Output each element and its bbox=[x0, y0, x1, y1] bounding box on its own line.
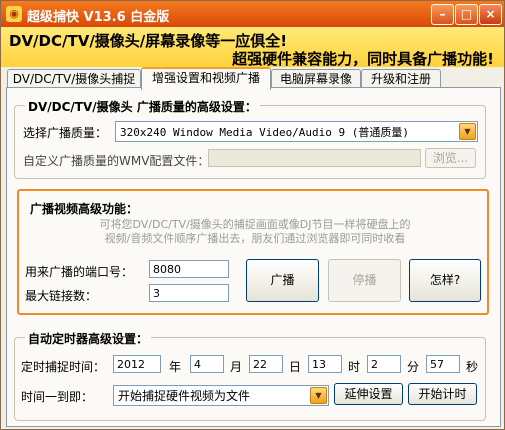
tab-screen-record[interactable]: 电脑屏幕录像 bbox=[271, 69, 361, 88]
second-field[interactable]: 57 bbox=[426, 355, 460, 373]
quality-group-title: DV/DC/TV/摄像头 广播质量的高级设置： bbox=[25, 98, 260, 115]
how-to-button[interactable]: 怎样? bbox=[409, 259, 481, 302]
start-timer-button[interactable]: 开始计时 bbox=[408, 383, 477, 405]
timer-group: 自动定时器高级设置： 定时捕捉时间： 2012 年 4 月 22 日 13 时 … bbox=[14, 330, 486, 421]
broadcast-button[interactable]: 广播 bbox=[246, 259, 319, 302]
minimize-button[interactable]: – bbox=[431, 4, 454, 25]
month-field[interactable]: 4 bbox=[190, 355, 224, 373]
promo-banner: DV/DC/TV/摄像头/屏幕录像等一应俱全! 超强硬件兼容能力，同时具备广播功… bbox=[1, 27, 504, 68]
chevron-down-icon[interactable]: ▼ bbox=[310, 387, 327, 404]
window-title: 超级捕快 V13.6 白金版 bbox=[27, 10, 170, 25]
browse-button[interactable]: 浏览... bbox=[425, 148, 476, 168]
delay-settings-button[interactable]: 延伸设置 bbox=[334, 383, 403, 405]
tab-capture[interactable]: DV/DC/TV/摄像头捕捉 bbox=[7, 69, 141, 88]
year-field[interactable]: 2012 bbox=[113, 355, 161, 373]
month-unit: 月 bbox=[230, 360, 243, 374]
max-connections-label: 最大链接数： bbox=[25, 289, 98, 303]
day-unit: 日 bbox=[289, 360, 302, 374]
timer-time-label: 定时捕捉时间： bbox=[21, 360, 106, 374]
close-button[interactable]: × bbox=[479, 4, 502, 25]
tab-panel: DV/DC/TV/摄像头 广播质量的高级设置： 选择广播质量： 320x240 … bbox=[6, 87, 501, 427]
broadcast-group-title: 广播视频高级功能： bbox=[30, 202, 139, 216]
hour-field[interactable]: 13 bbox=[308, 355, 342, 373]
app-camera-icon: ◉ bbox=[6, 6, 22, 22]
tab-upgrade-register[interactable]: 升级和注册 bbox=[361, 69, 441, 88]
timer-action-select[interactable]: 开始捕捉硬件视频为文件 ▼ bbox=[113, 385, 329, 406]
timer-group-title: 自动定时器高级设置： bbox=[25, 330, 152, 347]
main-window: ◉ 超级捕快 V13.6 白金版 – □ × DV/DC/TV/摄像头/屏幕录像… bbox=[0, 0, 505, 430]
broadcast-highlight-frame: 广播视频高级功能： 可将您DV/DC/TV/摄像头的捕捉画面或像DJ节目一样将硬… bbox=[17, 189, 489, 315]
wmv-config-label: 自定义广播质量的WMV配置文件： bbox=[23, 154, 210, 168]
banner-line-2: 超强硬件兼容能力，同时具备广播功能! bbox=[232, 50, 494, 68]
quality-group: DV/DC/TV/摄像头 广播质量的高级设置： 选择广播质量： 320x240 … bbox=[14, 98, 486, 179]
maximize-button[interactable]: □ bbox=[455, 4, 478, 25]
wmv-config-field[interactable] bbox=[208, 149, 421, 167]
broadcast-description-line-1: 可将您DV/DC/TV/摄像头的捕捉画面或像DJ节目一样将硬盘上的 bbox=[99, 218, 411, 231]
tab-enhanced-broadcast[interactable]: 增强设置和视频广播 bbox=[141, 67, 271, 90]
max-connections-field[interactable]: 3 bbox=[149, 284, 229, 302]
quality-select-value: 320x240 Window Media Video/Audio 9 (普通质量… bbox=[120, 126, 410, 139]
timer-action-label: 时间一到即： bbox=[21, 390, 94, 404]
title-bar[interactable]: ◉ 超级捕快 V13.6 白金版 – □ × bbox=[1, 1, 504, 27]
port-label: 用来广播的端口号： bbox=[25, 265, 134, 279]
quality-select[interactable]: 320x240 Window Media Video/Audio 9 (普通质量… bbox=[115, 121, 478, 142]
timer-action-value: 开始捕捉硬件视频为文件 bbox=[118, 389, 251, 403]
broadcast-description-line-2: 视频/音频文件顺序广播出去，朋友们通过浏览器即可同时收看 bbox=[104, 232, 406, 245]
port-field[interactable]: 8080 bbox=[149, 260, 229, 278]
second-unit: 秒 bbox=[466, 360, 479, 374]
stop-broadcast-button[interactable]: 停播 bbox=[328, 259, 401, 302]
tab-strip: DV/DC/TV/摄像头捕捉 增强设置和视频广播 电脑屏幕录像 升级和注册 bbox=[6, 67, 501, 90]
year-unit: 年 bbox=[169, 360, 182, 374]
hour-unit: 时 bbox=[348, 360, 361, 374]
chevron-down-icon[interactable]: ▼ bbox=[459, 123, 476, 140]
quality-select-label: 选择广播质量： bbox=[23, 126, 108, 140]
day-field[interactable]: 22 bbox=[249, 355, 283, 373]
minute-unit: 分 bbox=[407, 360, 420, 374]
minute-field[interactable]: 2 bbox=[367, 355, 401, 373]
